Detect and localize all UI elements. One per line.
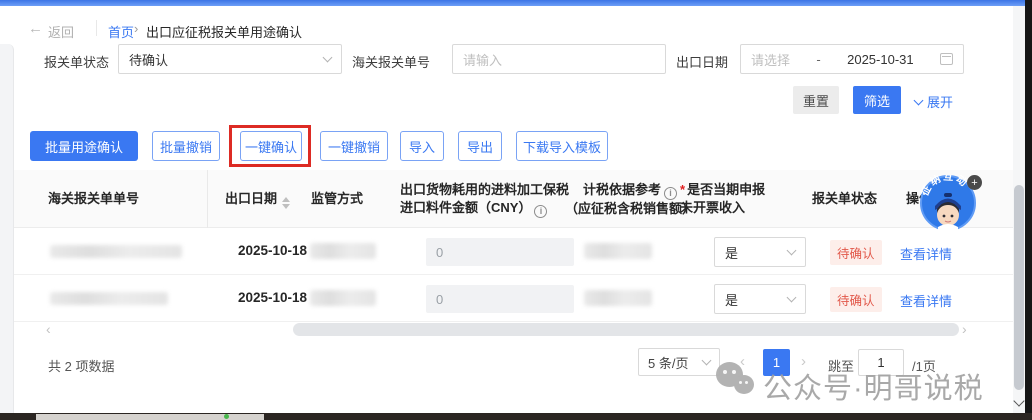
wechat-icon xyxy=(734,375,754,394)
info-icon[interactable] xyxy=(664,187,677,200)
filter-status-label: 报关单状态 xyxy=(44,52,109,71)
total-pages-text: /1页 xyxy=(912,356,936,375)
hscroll-right-arrow[interactable]: › xyxy=(962,321,967,337)
col-export-date[interactable]: 出口日期 xyxy=(225,190,290,209)
hscroll-left-arrow[interactable]: ‹ xyxy=(46,321,51,337)
table-row: 2025-10-18 0 是 待确认 查看详情 xyxy=(14,228,1014,275)
filter-date-range-picker[interactable]: 请选择 - 2025-10-31 xyxy=(740,44,964,74)
col-tax-reference: 计税依据参考 （应征税含税销售额） xyxy=(562,181,698,218)
page-size-select[interactable]: 5 条/页 xyxy=(638,348,720,376)
redacted-tax-reference xyxy=(584,243,652,259)
info-icon[interactable] xyxy=(534,205,547,218)
col-bonded-amount: 出口货物耗用的进料加工保税 进口料件金额（CNY） xyxy=(400,181,572,218)
breadcrumb-home[interactable]: 首页 xyxy=(108,22,134,41)
horizontal-scrollbar-thumb[interactable] xyxy=(293,323,959,336)
redacted-tax-reference xyxy=(584,290,652,306)
import-button[interactable]: 导入 xyxy=(400,131,444,161)
expand-label: 展开 xyxy=(927,92,953,111)
bonded-amount-input[interactable]: 0 xyxy=(426,238,574,266)
total-count-text: 共 2 项数据 xyxy=(48,356,114,375)
taskbar-status-dot xyxy=(224,414,229,419)
filter-button[interactable]: 筛选 xyxy=(853,86,901,114)
chevron-down-icon xyxy=(323,52,333,62)
filter-status-select[interactable]: 待确认 xyxy=(118,44,342,74)
prev-page-button[interactable]: ‹ xyxy=(740,353,745,370)
date-start-placeholder: 请选择 xyxy=(751,50,790,69)
one-click-cancel-button[interactable]: 一键撤销 xyxy=(320,131,388,161)
window-right-edge xyxy=(1025,0,1032,420)
status-badge: 待确认 xyxy=(830,287,882,312)
date-range-separator: - xyxy=(816,52,820,67)
mascot-plus-badge[interactable]: + xyxy=(967,175,982,190)
jump-page-input[interactable] xyxy=(858,349,904,376)
back-button[interactable]: 返回 xyxy=(48,22,74,41)
uninvoiced-select[interactable]: 是 xyxy=(714,284,806,314)
filter-date-label: 出口日期 xyxy=(676,52,728,71)
current-page-button[interactable]: 1 xyxy=(763,349,790,376)
one-click-confirm-button[interactable]: 一键确认 xyxy=(240,131,302,161)
vertical-scrollbar-thumb[interactable] xyxy=(1014,185,1024,390)
col-uninvoiced-income: *是否当期申报未开票收入 xyxy=(680,181,772,217)
jump-to-label: 跳至 xyxy=(828,356,854,375)
export-date-cell: 2025-10-18 xyxy=(238,290,307,305)
chevron-down-icon xyxy=(914,95,924,105)
col-status: 报关单状态 xyxy=(812,190,877,208)
chevron-down-icon xyxy=(787,245,797,255)
filter-status-value: 待确认 xyxy=(129,50,168,69)
table-row: 2025-10-18 0 是 待确认 查看详情 xyxy=(14,275,1014,322)
download-template-button[interactable]: 下载导入模板 xyxy=(516,131,608,161)
expand-toggle[interactable]: 展开 xyxy=(915,92,953,111)
page-title: 出口应征税报关单用途确认 xyxy=(146,22,302,41)
chevron-down-icon xyxy=(702,355,712,365)
redacted-supervision-mode xyxy=(310,243,376,259)
filter-declaration-placeholder: 请输入 xyxy=(463,50,502,69)
col-supervision-mode: 监管方式 xyxy=(311,190,363,208)
filter-declaration-input[interactable]: 请输入 xyxy=(452,44,666,74)
calendar-icon xyxy=(940,53,953,65)
export-date-cell: 2025-10-18 xyxy=(238,243,307,258)
bonded-amount-input[interactable]: 0 xyxy=(426,285,574,313)
page-header: ← 返回 首页 › 出口应征税报关单用途确认 xyxy=(0,6,1018,42)
batch-cancel-button[interactable]: 批量撤销 xyxy=(152,131,220,161)
chevron-down-icon xyxy=(787,292,797,302)
table-header: 海关报关单单号 出口日期 监管方式 出口货物耗用的进料加工保税 进口料件金额（C… xyxy=(14,170,1014,228)
header-divider xyxy=(96,20,97,36)
export-button[interactable]: 导出 xyxy=(458,131,502,161)
col-declaration-no: 海关报关单单号 xyxy=(48,190,139,208)
uninvoiced-select[interactable]: 是 xyxy=(714,237,806,267)
redacted-supervision-mode xyxy=(310,290,376,306)
required-asterisk: * xyxy=(680,182,685,197)
reset-button[interactable]: 重置 xyxy=(793,86,839,114)
wechat-icon xyxy=(716,362,743,387)
view-detail-link[interactable]: 查看详情 xyxy=(900,244,952,263)
filter-declaration-label: 海关报关单号 xyxy=(352,52,430,71)
view-detail-link[interactable]: 查看详情 xyxy=(900,291,952,310)
status-badge: 待确认 xyxy=(830,240,882,265)
taskbar-item xyxy=(36,414,264,420)
collapsed-sidebar[interactable] xyxy=(0,44,14,413)
next-page-button[interactable]: › xyxy=(801,353,806,370)
batch-usage-confirm-button[interactable]: 批量用途确认 xyxy=(30,131,138,161)
redacted-declaration-no xyxy=(50,245,182,258)
app-window: ← 返回 首页 › 出口应征税报关单用途确认 报关单状态 待确认 海关报关单号 … xyxy=(0,0,1032,420)
sort-icon[interactable] xyxy=(282,197,290,209)
redacted-declaration-no xyxy=(50,292,168,305)
breadcrumb-separator: › xyxy=(134,21,138,36)
back-arrow-icon[interactable]: ← xyxy=(28,20,43,37)
date-end-value: 2025-10-31 xyxy=(847,52,914,67)
